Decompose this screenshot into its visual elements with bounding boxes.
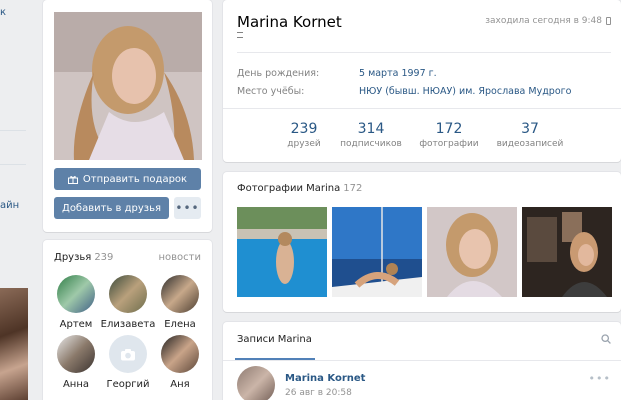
profile-avatar[interactable]	[54, 12, 202, 160]
profile-info-card: Marina Kornet заходила сегодня в 9:48 Де…	[223, 0, 621, 162]
left-nav: к айн	[0, 0, 30, 400]
camera-icon	[121, 348, 135, 360]
add-friend-button[interactable]: Добавить в друзья	[54, 197, 169, 219]
counter-label: фотографии	[419, 139, 479, 149]
post-author-name[interactable]: Marina Kornet	[285, 373, 365, 384]
friends-header[interactable]: Друзья 239	[54, 252, 113, 263]
friends-card: Друзья 239 новости Артем Елизавета Елена …	[43, 240, 212, 400]
wall-card: Записи Marina Marina Kornet 26 авг в 20:…	[223, 322, 621, 400]
search-icon[interactable]	[601, 334, 611, 344]
profile-name: Marina Kornet	[237, 13, 342, 31]
photos-card: Фотографии Marina 172	[223, 172, 621, 312]
add-friend-label: Добавить в друзья	[62, 202, 161, 214]
divider	[237, 52, 611, 53]
more-actions-button[interactable]: •••	[174, 197, 201, 219]
counter-followers[interactable]: 314 подписчиков	[326, 121, 416, 149]
friend-avatar	[57, 335, 95, 373]
friend-name: Елена	[164, 319, 196, 330]
mobile-phone-icon	[606, 17, 611, 25]
left-nav-item[interactable]: к	[0, 7, 6, 18]
friend-item[interactable]: Аня	[152, 335, 208, 390]
left-nav-item[interactable]: айн	[0, 200, 19, 211]
counter-number: 37	[521, 121, 539, 137]
friend-avatar	[161, 275, 199, 313]
friend-name: Анна	[62, 379, 90, 390]
friend-avatar	[161, 335, 199, 373]
info-value-link[interactable]: 5 марта 1997 г.	[359, 68, 437, 79]
friend-avatar-placeholder	[109, 335, 147, 373]
photo-thumbnail[interactable]	[522, 207, 612, 297]
info-value-link[interactable]: НЮУ (бывш. НЮАУ) им. Ярослава Мудрого	[359, 86, 571, 97]
friend-item[interactable]: Елена	[152, 275, 208, 330]
friend-avatar	[57, 275, 95, 313]
counter-number: 314	[357, 121, 385, 137]
info-label: День рождения:	[237, 68, 320, 79]
photo-thumbnail[interactable]	[427, 207, 517, 297]
friend-item[interactable]: Георгий	[100, 335, 156, 390]
counter-label: подписчиков	[340, 139, 402, 149]
divider	[223, 360, 621, 361]
counter-videos[interactable]: 37 видеозаписей	[485, 121, 575, 149]
photos-title: Фотографии Marina	[237, 183, 341, 194]
photo-thumbnail[interactable]	[237, 207, 327, 297]
post-date[interactable]: 26 авг в 20:58	[285, 388, 352, 398]
counter-photos[interactable]: 172 фотографии	[404, 121, 494, 149]
photos-count: 172	[343, 183, 363, 194]
send-gift-label: Отправить подарок	[82, 173, 188, 185]
friend-item[interactable]: Артем	[48, 275, 104, 330]
friends-news-link[interactable]: новости	[159, 252, 202, 263]
counter-number: 172	[435, 121, 463, 137]
gift-icon	[67, 175, 78, 184]
divider	[223, 108, 621, 109]
status-icon[interactable]	[237, 32, 243, 38]
online-status-text: заходила сегодня в 9:48	[485, 16, 602, 26]
post-more-button[interactable]: •••	[589, 372, 611, 385]
post-author-avatar[interactable]	[237, 366, 275, 400]
photos-header[interactable]: Фотографии Marina 172	[237, 183, 362, 194]
friend-name: Георгий	[106, 379, 150, 390]
wall-tab[interactable]: Записи Marina	[237, 334, 312, 345]
friend-avatar	[109, 275, 147, 313]
friends-title: Друзья	[54, 252, 92, 263]
left-nav-divider	[0, 164, 26, 165]
friend-name: Аня	[170, 379, 190, 390]
counter-label: видеозаписей	[496, 139, 564, 149]
info-label: Место учёбы:	[237, 86, 305, 97]
friends-count: 239	[94, 252, 114, 263]
friend-name: Елизавета	[100, 319, 156, 330]
friend-item[interactable]: Анна	[48, 335, 104, 390]
friend-item[interactable]: Елизавета	[100, 275, 156, 330]
send-gift-button[interactable]: Отправить подарок	[54, 168, 201, 190]
friend-name: Артем	[59, 319, 93, 330]
left-nav-divider	[0, 130, 26, 131]
photo-thumbnail[interactable]	[332, 207, 422, 297]
online-status: заходила сегодня в 9:48	[485, 16, 611, 26]
left-nav-ad-image[interactable]	[0, 288, 28, 400]
